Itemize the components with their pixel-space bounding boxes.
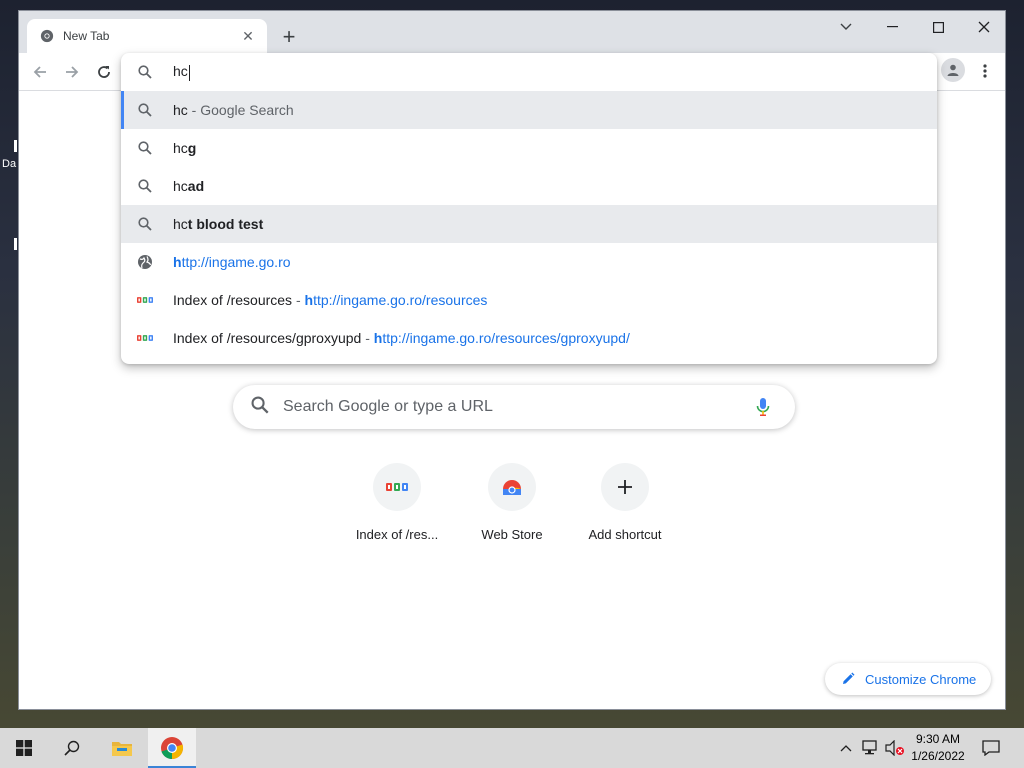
browser-window: New Tab ✕ + hc hc - Google Search hcg hc… (18, 10, 1006, 710)
back-button[interactable] (27, 59, 53, 85)
omnibox-suggestion[interactable]: Index of /resources/gproxyupd - http://i… (121, 319, 937, 357)
suggestion-title: Index of /resources/gproxyupd (173, 330, 362, 346)
suggestion-text: hc - Google Search (173, 102, 294, 118)
shortcut-web-store[interactable]: Web Store (456, 463, 568, 553)
omnibox-suggestion[interactable]: hcad (121, 167, 937, 205)
desktop-icon-label[interactable]: Da (2, 158, 16, 170)
volume-muted-icon[interactable] (885, 738, 905, 758)
search-icon (137, 178, 153, 194)
search-icon (137, 64, 153, 80)
desktop-icon-edge (14, 140, 17, 152)
plus-icon (601, 463, 649, 511)
shortcut-label: Web Store (481, 527, 543, 542)
suggestion-url: http://ingame.go.ro (173, 254, 291, 270)
suggestion-text: Index of /resources/gproxyupd - http://i… (173, 330, 630, 346)
start-button[interactable] (0, 728, 48, 768)
minimize-button[interactable] (869, 11, 915, 43)
omnibox-suggestion[interactable]: http://ingame.go.ro (121, 243, 937, 281)
omnibox-input-row[interactable]: hc (121, 53, 937, 91)
close-window-button[interactable] (961, 11, 1007, 43)
suggestion-url: http://ingame.go.ro/resources (304, 292, 488, 308)
suggestion-text: Index of /resources - http://ingame.go.r… (173, 292, 487, 308)
suggestion-description: Google Search (200, 102, 294, 118)
tab-new-tab[interactable]: New Tab ✕ (27, 19, 267, 53)
omnibox-suggestion[interactable]: hc - Google Search (121, 91, 937, 129)
search-icon (251, 396, 269, 419)
tab-search-button[interactable] (823, 11, 869, 43)
omnibox-suggestion[interactable]: Index of /resources - http://ingame.go.r… (121, 281, 937, 319)
suggestion-text: http://ingame.go.ro (173, 254, 291, 270)
suggestion-text: hcg (173, 140, 197, 156)
ntp-search-box[interactable]: Search Google or type a URL (233, 385, 795, 429)
omnibox-input[interactable]: hc (173, 63, 773, 81)
search-icon (137, 216, 153, 232)
suggestion-separator: - (292, 292, 305, 308)
search-icon (64, 740, 80, 756)
desktop-icon-edge (14, 238, 17, 250)
ntp-search-placeholder: Search Google or type a URL (283, 398, 493, 415)
omnibox-suggestion[interactable]: hcg (121, 129, 937, 167)
site-favicon-icon (137, 292, 153, 308)
suggestion-separator: - (361, 330, 374, 346)
suggestion-text: hct blood test (173, 216, 264, 232)
microphone-icon[interactable] (751, 395, 775, 419)
shortcut-index-of-resources[interactable]: Index of /res... (341, 463, 453, 553)
site-favicon-icon (373, 463, 421, 511)
new-tab-button[interactable]: + (275, 23, 303, 51)
search-icon (137, 140, 153, 156)
tab-title: New Tab (63, 29, 110, 43)
search-icon (137, 102, 153, 118)
arrow-right-icon (66, 66, 79, 78)
close-tab-icon[interactable]: ✕ (239, 27, 257, 45)
suggestion-separator: - (187, 102, 201, 118)
taskbar-clock[interactable]: 9:30 AM 1/26/2022 (906, 731, 970, 765)
text-caret (188, 64, 190, 81)
omnibox-dropdown: hc hc - Google Search hcg hcad hct blood te… (121, 53, 937, 364)
profile-button[interactable] (941, 58, 965, 82)
shortcut-label: Add shortcut (588, 527, 662, 542)
clock-time: 9:30 AM (915, 732, 961, 746)
pencil-icon (843, 672, 855, 684)
notifications-icon[interactable] (981, 738, 1001, 758)
taskbar: 9:30 AM 1/26/2022 (0, 728, 1024, 768)
chrome-menu-button[interactable] (975, 58, 995, 84)
shortcut-label: Index of /res... (355, 527, 439, 542)
chevron-up-icon[interactable] (836, 738, 856, 758)
minimize-icon (886, 26, 898, 28)
maximize-icon (932, 21, 944, 33)
clock-date: 1/26/2022 (911, 749, 965, 763)
suggestion-text: hcad (173, 178, 205, 194)
add-shortcut-button[interactable]: Add shortcut (569, 463, 681, 553)
chrome-icon (161, 737, 184, 760)
reload-button[interactable] (91, 59, 117, 85)
customize-chrome-label: Customize Chrome (865, 671, 977, 687)
folder-icon (112, 742, 132, 756)
windows-logo-icon (16, 740, 32, 756)
chrome-icon (39, 28, 55, 44)
omnibox-suggestion[interactable]: hct blood test (121, 205, 937, 243)
reload-icon (98, 66, 110, 78)
network-icon[interactable] (861, 738, 881, 758)
suggestion-list: hc - Google Search hcg hcad hct blood test h… (121, 91, 937, 357)
forward-button[interactable] (59, 59, 85, 85)
web-store-icon (488, 463, 536, 511)
arrow-left-icon (33, 66, 46, 78)
globe-icon (137, 254, 153, 270)
chrome-taskbar-button[interactable] (148, 728, 196, 768)
more-vert-icon (983, 64, 987, 78)
tab-strip: New Tab ✕ + (19, 11, 1005, 53)
maximize-button[interactable] (915, 11, 961, 43)
suggestion-title: Index of /resources (173, 292, 293, 308)
chevron-down-icon (840, 23, 852, 30)
search-taskbar-button[interactable] (48, 728, 96, 768)
person-icon (947, 64, 959, 76)
close-icon (978, 21, 990, 33)
file-explorer-button[interactable] (98, 728, 146, 768)
suggestion-url: http://ingame.go.ro/resources/gproxyupd/ (373, 330, 630, 346)
customize-chrome-button[interactable]: Customize Chrome (825, 663, 991, 695)
site-favicon-icon (137, 330, 153, 346)
